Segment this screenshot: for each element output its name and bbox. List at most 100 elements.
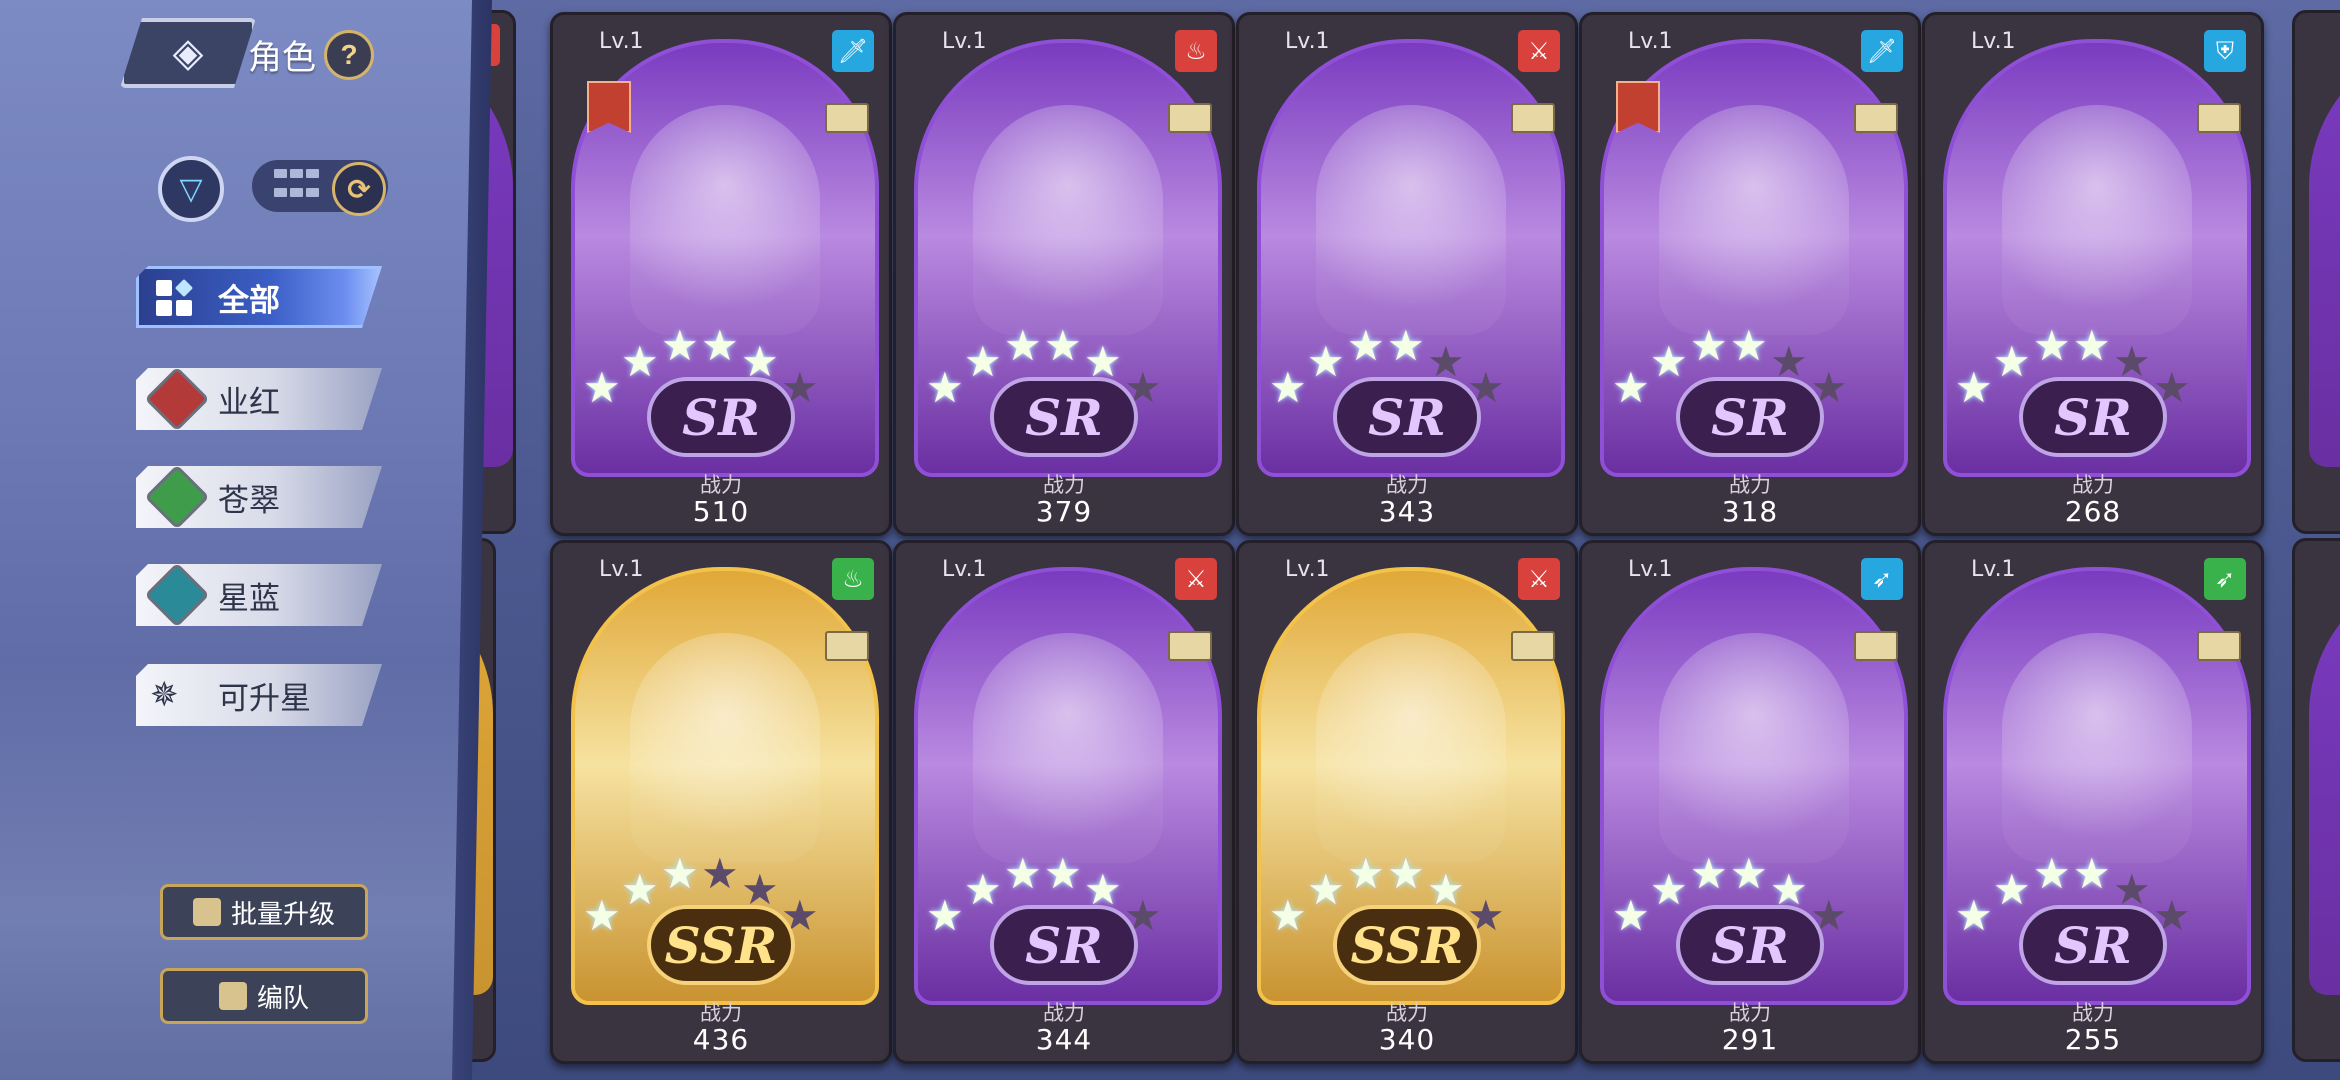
tab-blue[interactable]: 星蓝 [136, 564, 382, 626]
character-card[interactable]: Lv.1 ♨ ★ ★ ★ ★ ★ ★ SSR 战力 436 [550, 540, 892, 1064]
team-icon [218, 982, 247, 1010]
grid-view-icon[interactable] [274, 169, 322, 203]
star-icon: ★ [1993, 865, 2031, 914]
rarity-badge: SSR [1333, 905, 1481, 985]
star-icon: ★ [1387, 321, 1425, 370]
character-portrait [2002, 105, 2192, 335]
all-grid-icon [156, 280, 192, 316]
partial-card[interactable] [2292, 10, 2340, 534]
star-icon: ★ [1044, 849, 1082, 898]
blue-element-icon: ⛨ [2201, 27, 2249, 75]
star-icon: ★ [701, 321, 739, 370]
tab-all[interactable]: 全部 [136, 266, 382, 328]
character-portrait [973, 633, 1163, 863]
star-icon: ★ [1044, 321, 1082, 370]
star-icon: ★ [1690, 321, 1728, 370]
batch-upgrade-label: 批量升级 [230, 898, 335, 929]
star-icon: ★ [2073, 321, 2111, 370]
star-icon: ★ [1993, 337, 2031, 386]
ticket-icon [1854, 631, 1898, 661]
level-label: Lv.1 [942, 29, 987, 54]
level-label: Lv.1 [1971, 557, 2016, 582]
character-portrait [1659, 105, 1849, 335]
star-icon: ★ [964, 337, 1002, 386]
partial-card[interactable] [2292, 538, 2340, 1062]
star-icon: ★ [1730, 849, 1768, 898]
batch-upgrade-button[interactable]: 批量升级 [160, 884, 368, 940]
refresh-button[interactable]: ⟳ [332, 162, 386, 216]
character-card[interactable]: Lv.1 🗡 ★ ★ ★ ★ ★ ★ SR 战力 318 [1579, 12, 1921, 536]
level-label: Lv.1 [599, 557, 644, 582]
star-icon: ★ [1269, 363, 1307, 412]
blue-element-icon: 🗡 [1858, 27, 1906, 75]
green-element-icon: ♨ [829, 555, 877, 603]
character-card[interactable]: Lv.1 ➶ ★ ★ ★ ★ ★ ★ SR 战力 255 [1922, 540, 2264, 1064]
character-card[interactable]: Lv.1 ➶ ★ ★ ★ ★ ★ ★ SR 战力 291 [1579, 540, 1921, 1064]
ticket-icon [825, 103, 869, 133]
help-button[interactable]: ? [324, 30, 374, 80]
tab-label: 业红 [218, 384, 280, 420]
star-icon: ★ [1387, 849, 1425, 898]
level-label: Lv.1 [1628, 557, 1673, 582]
tab-red[interactable]: 业红 [136, 368, 382, 430]
power-value: 340 [1378, 1023, 1436, 1056]
rarity-badge: SR [1333, 377, 1481, 457]
rarity-badge: SR [2019, 377, 2167, 457]
star-icon: ★ [1650, 865, 1688, 914]
power-value: 291 [1721, 1023, 1779, 1056]
rarity-badge: SR [2019, 905, 2167, 985]
power-value: 318 [1721, 495, 1779, 528]
green-diamond-icon [144, 464, 209, 529]
blue-diamond-icon [144, 562, 209, 627]
character-portrait [630, 105, 820, 335]
star-upgrade-icon: ✵ [150, 675, 179, 715]
filter-button[interactable]: ▽ [158, 156, 224, 222]
star-icon: ★ [1004, 321, 1042, 370]
team-button[interactable]: 编队 [160, 968, 368, 1024]
star-icon: ★ [661, 849, 699, 898]
power-value: 268 [2064, 495, 2122, 528]
back-button[interactable]: ◈ [120, 18, 256, 88]
tab-label: 苍翠 [218, 482, 280, 518]
star-icon: ★ [583, 891, 621, 940]
star-icon: ★ [1612, 363, 1650, 412]
character-card[interactable]: Lv.1 ⚔ ★ ★ ★ ★ ★ ★ SSR 战力 340 [1236, 540, 1578, 1064]
level-label: Lv.1 [942, 557, 987, 582]
ticket-icon [1854, 103, 1898, 133]
star-icon: ★ [2073, 849, 2111, 898]
character-portrait [1659, 633, 1849, 863]
ticket-icon [1511, 103, 1555, 133]
star-icon: ★ [1269, 891, 1307, 940]
character-portrait [1316, 633, 1506, 863]
character-card[interactable]: Lv.1 ♨ ★ ★ ★ ★ ★ ★ SR 战力 379 [893, 12, 1235, 536]
star-icon: ★ [2033, 321, 2071, 370]
character-card[interactable]: Lv.1 🗡 ★ ★ ★ ★ ★ ★ SR 战力 510 [550, 12, 892, 536]
ticket-icon [825, 631, 869, 661]
ticket-icon [2197, 631, 2241, 661]
star-icon: ★ [1730, 321, 1768, 370]
power-value: 343 [1378, 495, 1436, 528]
star-icon: ★ [1650, 337, 1688, 386]
character-card[interactable]: Lv.1 ⛨ ★ ★ ★ ★ ★ ★ SR 战力 268 [1922, 12, 2264, 536]
tab-green[interactable]: 苍翠 [136, 466, 382, 528]
star-icon: ★ [1347, 849, 1385, 898]
star-icon: ★ [621, 865, 659, 914]
star-icon: ★ [1307, 337, 1345, 386]
power-value: 436 [692, 1023, 750, 1056]
rarity-badge: SR [990, 905, 1138, 985]
power-value: 255 [2064, 1023, 2122, 1056]
back-icon: ◈ [172, 30, 204, 76]
tab-upgradable[interactable]: ✵ 可升星 [136, 664, 382, 726]
power-value: 379 [1035, 495, 1093, 528]
red-element-icon: ♨ [1172, 27, 1220, 75]
star-icon: ★ [1955, 363, 1993, 412]
blue-element-icon: 🗡 [829, 27, 877, 75]
view-toggle[interactable]: ⟳ [252, 160, 388, 216]
rarity-badge: SR [1676, 377, 1824, 457]
star-icon: ★ [701, 849, 739, 898]
tab-label: 星蓝 [218, 580, 280, 616]
character-portrait [630, 633, 820, 863]
character-card[interactable]: Lv.1 ⚔ ★ ★ ★ ★ ★ ★ SR 战力 343 [1236, 12, 1578, 536]
ticket-icon [2197, 103, 2241, 133]
character-card[interactable]: Lv.1 ⚔ ★ ★ ★ ★ ★ ★ SR 战力 344 [893, 540, 1235, 1064]
